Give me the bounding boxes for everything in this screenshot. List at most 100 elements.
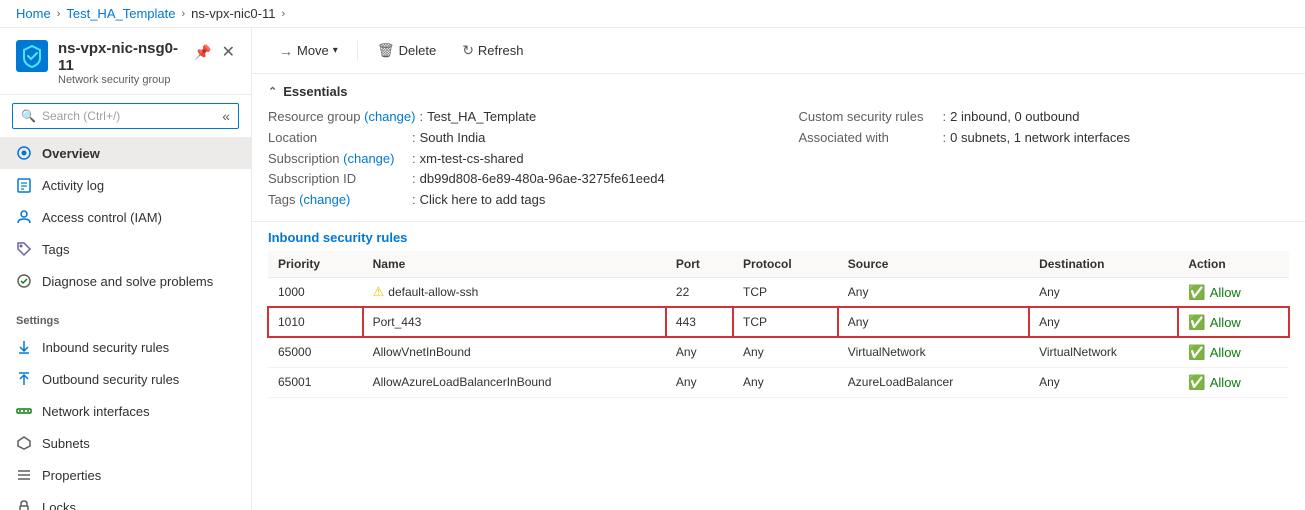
allow-icon: ✅ [1188, 344, 1205, 361]
essentials-row-tags: Tags (change) : Click here to add tags [268, 190, 759, 211]
allow-icon: ✅ [1188, 284, 1205, 301]
settings-section-label: Settings [0, 305, 251, 331]
content-area: → Move ▾ 🗑 Delete ↻ Refresh ⌃ Essentials [252, 28, 1305, 510]
col-protocol: Protocol [733, 251, 838, 278]
sidebar-item-subnets[interactable]: Subnets [0, 427, 251, 459]
cell-port: 443 [666, 307, 733, 337]
sidebar-item-outbound[interactable]: Outbound security rules [0, 363, 251, 395]
breadcrumb-sep-3: › [281, 8, 285, 20]
cell-source: AzureLoadBalancer [838, 367, 1029, 397]
cell-protocol: Any [733, 337, 838, 367]
refresh-button[interactable]: ↻ Refresh [451, 36, 534, 65]
sidebar-item-tags-label: Tags [42, 242, 69, 257]
sidebar-item-iam[interactable]: Access control (IAM) [0, 201, 251, 233]
essentials-grid: Resource group (change) : Test_HA_Templa… [268, 107, 1289, 211]
sidebar-item-properties-label: Properties [42, 468, 101, 483]
cell-protocol: TCP [733, 277, 838, 307]
nsg-icon [16, 40, 48, 72]
sidebar-item-network-interfaces-label: Network interfaces [42, 404, 150, 419]
breadcrumb-sep-1: › [57, 8, 61, 20]
close-icon[interactable]: ✕ [222, 42, 235, 62]
table-row[interactable]: 65000 AllowVnetInBound Any Any VirtualNe… [268, 337, 1289, 367]
sidebar-item-locks-label: Locks [42, 500, 76, 510]
cell-priority: 1010 [268, 307, 363, 337]
warning-icon: ⚠ [373, 284, 385, 299]
breadcrumb: Home › Test_HA_Template › ns-vpx-nic0-11… [0, 0, 1305, 28]
col-source: Source [838, 251, 1029, 278]
rules-title: Inbound security rules [268, 230, 1289, 245]
breadcrumb-template[interactable]: Test_HA_Template [66, 6, 175, 21]
breadcrumb-current: ns-vpx-nic0-11 [191, 6, 275, 21]
sub-change-link[interactable]: (change) [343, 151, 394, 166]
essentials-right: Custom security rules : 2 inbound, 0 out… [799, 107, 1290, 211]
breadcrumb-sep-2: › [181, 8, 185, 20]
sidebar-item-inbound[interactable]: Inbound security rules [0, 331, 251, 363]
location-value: South India [420, 128, 486, 149]
sidebar-item-iam-label: Access control (IAM) [42, 210, 162, 225]
properties-icon [16, 467, 32, 483]
essentials-title: Essentials [283, 84, 347, 99]
cell-port: 22 [666, 277, 733, 307]
resource-subtitle: Network security group [58, 74, 184, 86]
essentials-section: ⌃ Essentials Resource group (change) : T… [252, 74, 1305, 222]
cell-priority: 1000 [268, 277, 363, 307]
rg-value[interactable]: Test_HA_Template [427, 107, 536, 128]
delete-icon: 🗑 [377, 42, 395, 59]
search-input[interactable] [42, 109, 216, 123]
tags-change-link[interactable]: (change) [299, 192, 350, 207]
sidebar-item-activity-log[interactable]: Activity log [0, 169, 251, 201]
sidebar-item-network-interfaces[interactable]: Network interfaces [0, 395, 251, 427]
sidebar-item-diagnose[interactable]: Diagnose and solve problems [0, 265, 251, 297]
cell-name: ⚠default-allow-ssh [363, 277, 666, 307]
cell-port: Any [666, 337, 733, 367]
overview-icon [16, 145, 32, 161]
table-row[interactable]: 1010 Port_443 443 TCP Any Any ✅ Allow [268, 307, 1289, 337]
sidebar-item-tags[interactable]: Tags [0, 233, 251, 265]
breadcrumb-home[interactable]: Home [16, 6, 51, 21]
tags-icon [16, 241, 32, 257]
rules-table: Priority Name Port Protocol Source Desti… [268, 251, 1289, 398]
col-action: Action [1178, 251, 1289, 278]
sidebar-item-properties[interactable]: Properties [0, 459, 251, 491]
move-icon: → [279, 43, 293, 59]
rules-section: Inbound security rules Priority Name Por… [252, 222, 1305, 510]
rg-change-link[interactable]: (change) [364, 109, 415, 124]
collapse-sidebar-icon[interactable]: « [222, 108, 230, 124]
cell-destination: Any [1029, 307, 1178, 337]
table-row[interactable]: 65001 AllowAzureLoadBalancerInBound Any … [268, 367, 1289, 397]
delete-button[interactable]: 🗑 Delete [366, 36, 447, 65]
col-name: Name [363, 251, 666, 278]
essentials-row-associated: Associated with : 0 subnets, 1 network i… [799, 128, 1290, 149]
allow-badge: ✅ Allow [1188, 284, 1279, 301]
table-row[interactable]: 1000 ⚠default-allow-ssh 22 TCP Any Any ✅… [268, 277, 1289, 307]
sidebar-item-locks[interactable]: Locks [0, 491, 251, 510]
cell-priority: 65000 [268, 337, 363, 367]
essentials-collapse-icon[interactable]: ⌃ [268, 85, 277, 98]
toolbar-separator-1 [357, 41, 358, 61]
cell-source: Any [838, 307, 1029, 337]
search-box: 🔍 « [12, 103, 239, 129]
sidebar-item-inbound-label: Inbound security rules [42, 340, 169, 355]
table-header-row: Priority Name Port Protocol Source Desti… [268, 251, 1289, 278]
outbound-icon [16, 371, 32, 387]
inbound-icon [16, 339, 32, 355]
allow-badge: ✅ Allow [1188, 314, 1279, 331]
sidebar-item-activity-log-label: Activity log [42, 178, 104, 193]
tags-value[interactable]: Click here to add tags [420, 190, 546, 211]
essentials-header: ⌃ Essentials [268, 84, 1289, 99]
sidebar-item-diagnose-label: Diagnose and solve problems [42, 274, 213, 289]
cell-destination: VirtualNetwork [1029, 337, 1178, 367]
custom-rules-value: 2 inbound, 0 outbound [950, 107, 1079, 128]
col-destination: Destination [1029, 251, 1178, 278]
essentials-left: Resource group (change) : Test_HA_Templa… [268, 107, 759, 211]
cell-priority: 65001 [268, 367, 363, 397]
cell-protocol: Any [733, 367, 838, 397]
essentials-row-custom: Custom security rules : 2 inbound, 0 out… [799, 107, 1290, 128]
subscription-value[interactable]: xm-test-cs-shared [420, 149, 524, 170]
move-button[interactable]: → Move ▾ [268, 37, 349, 65]
pin-icon[interactable]: 📌 [194, 44, 211, 61]
sidebar-item-overview[interactable]: Overview [0, 137, 251, 169]
allow-icon: ✅ [1188, 314, 1205, 331]
cell-name: AllowAzureLoadBalancerInBound [363, 367, 666, 397]
sidebar-item-outbound-label: Outbound security rules [42, 372, 179, 387]
